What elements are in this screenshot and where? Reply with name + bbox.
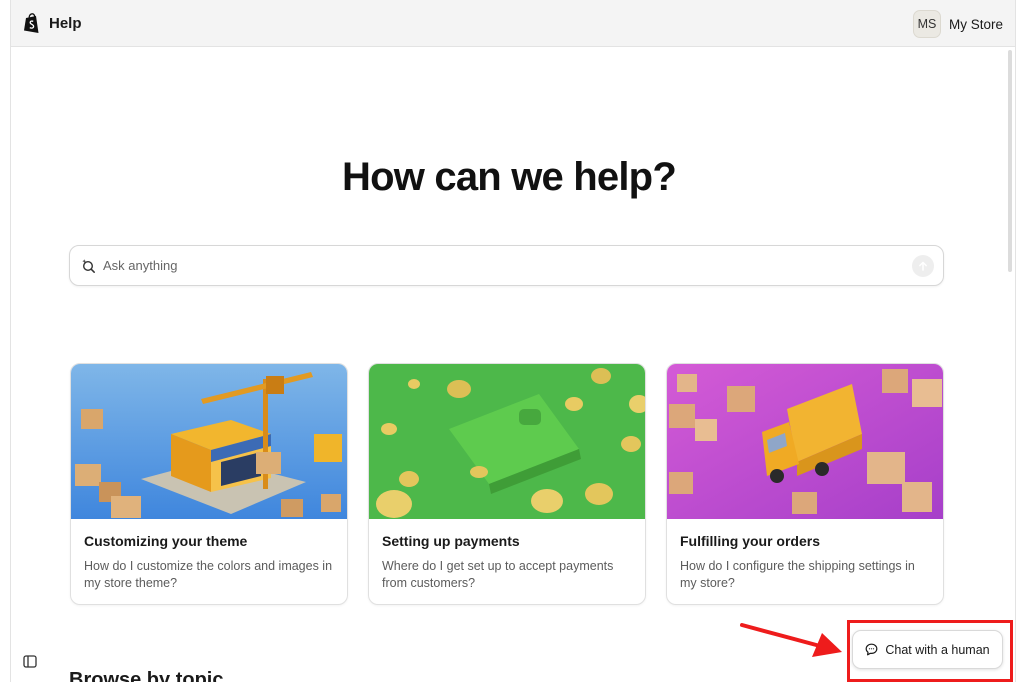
app-title: Help — [49, 15, 82, 32]
store-name: My Store — [948, 16, 1003, 32]
card-title: Setting up payments — [382, 533, 520, 549]
storefront-construction-illustration — [71, 364, 347, 519]
card-description: How do I customize the colors and images… — [84, 559, 333, 590]
wallet-coins-illustration — [369, 364, 645, 519]
card-fulfilling-orders[interactable]: Fulfilling your orders How do I configur… — [666, 363, 944, 605]
card-description: How do I configure the shipping settings… — [680, 559, 915, 590]
shopify-bag-icon — [24, 13, 39, 33]
store-switcher[interactable]: MS My Store — [912, 10, 1003, 38]
search-bar — [69, 245, 944, 286]
top-bar: Help MS My Store — [11, 0, 1015, 47]
delivery-truck-boxes-illustration — [667, 364, 943, 519]
search-sparkle-icon — [82, 259, 95, 273]
scrollbar-thumb[interactable] — [1008, 50, 1012, 272]
section-title: Browse by topic — [69, 669, 224, 682]
annotation-highlight-box — [847, 620, 1013, 682]
sidebar-toggle-icon[interactable] — [23, 655, 37, 668]
help-page: Help MS My Store How can we help? Ask an… — [10, 0, 1016, 682]
card-setting-up-payments[interactable]: Setting up payments Where do I get set u… — [368, 363, 646, 605]
arrow-up-icon — [919, 261, 927, 271]
search-input[interactable] — [103, 246, 893, 285]
card-title: Customizing your theme — [84, 533, 248, 549]
card-customizing-theme[interactable]: Customizing your theme How do I customiz… — [70, 363, 348, 605]
annotation-arrow-icon — [740, 623, 842, 657]
avatar: MS — [912, 10, 941, 38]
card-description: Where do I get set up to accept payments… — [382, 559, 614, 590]
card-title: Fulfilling your orders — [680, 533, 821, 549]
brand[interactable]: Help — [23, 13, 82, 34]
search-submit-button[interactable] — [912, 255, 934, 277]
page-title: How can we help? — [342, 155, 677, 199]
